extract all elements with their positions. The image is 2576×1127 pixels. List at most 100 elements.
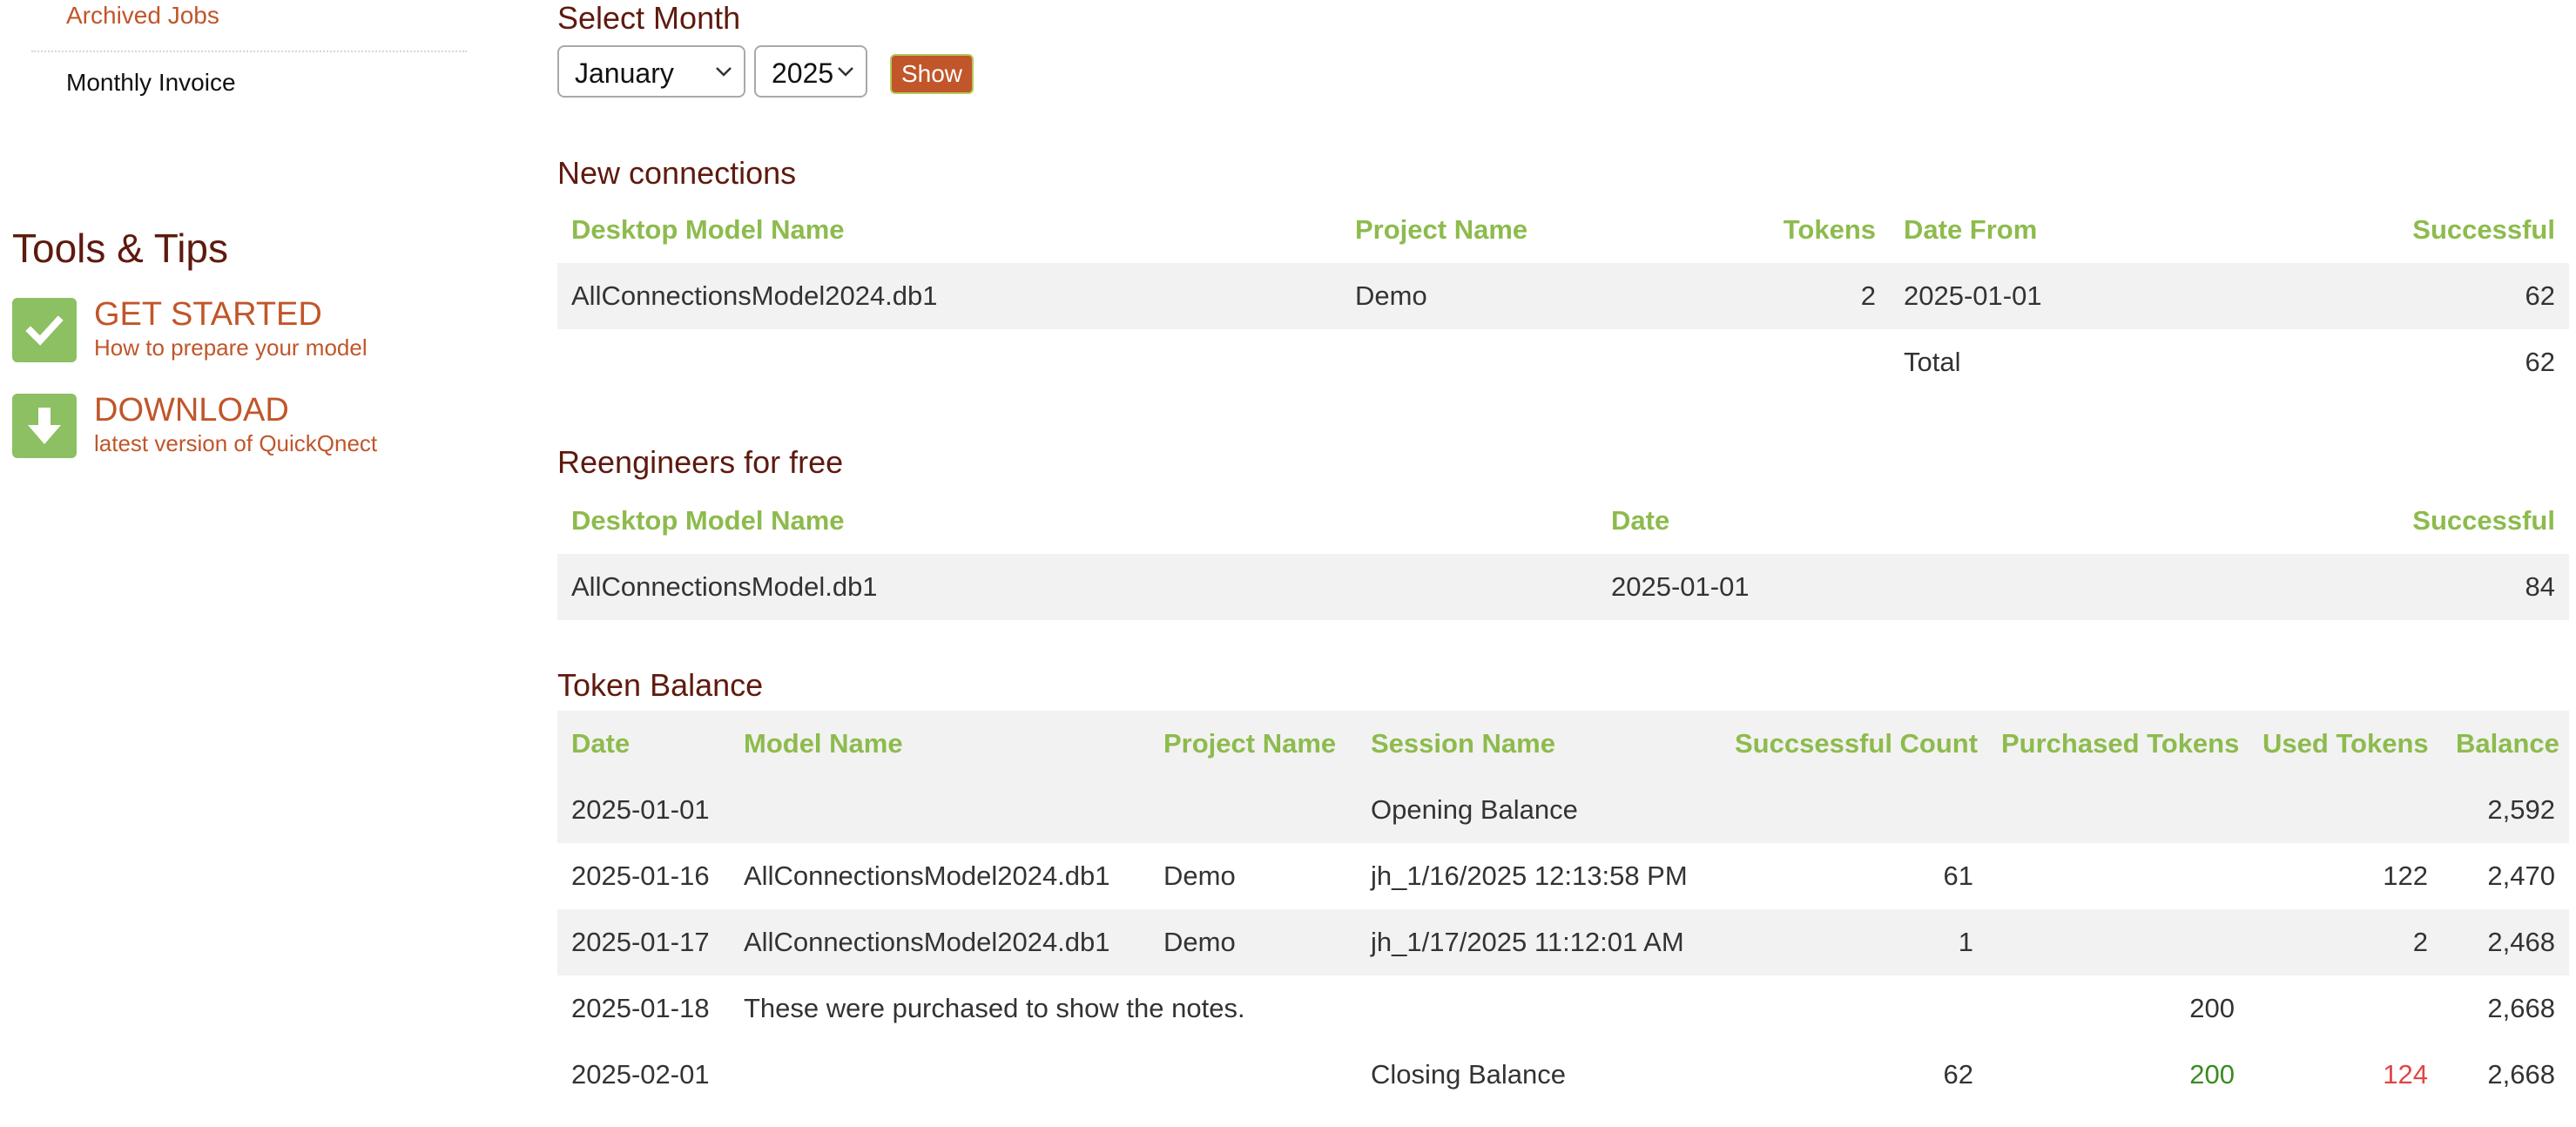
table-row: 2025-01-17 AllConnectionsModel2024.db1 D… <box>557 909 2569 975</box>
cell-model: AllConnectionsModel.db1 <box>571 571 878 602</box>
table-row: AllConnectionsModel.db1 2025-01-01 84 <box>557 554 2569 620</box>
cell-date: 2025-01-16 <box>571 860 710 891</box>
col-model-name: Model Name <box>730 711 1150 777</box>
col-purchased-tokens: Purchased Tokens <box>1987 711 2249 777</box>
cell-count: 62 <box>1943 1059 1973 1090</box>
cell-count <box>1721 777 1987 843</box>
sidebar-link-monthly-invoice[interactable]: Monthly Invoice <box>66 69 236 97</box>
empty-cell <box>730 1042 1150 1108</box>
empty-cell <box>1341 329 1716 395</box>
chevron-down-icon <box>838 67 853 77</box>
download-title: DOWNLOAD <box>94 392 289 429</box>
show-button[interactable]: Show <box>890 54 974 94</box>
cell-date: 2025-01-01 <box>571 794 710 825</box>
cell-date: 2025-01-01 <box>1611 571 1750 602</box>
select-month-heading: Select Month <box>557 0 741 36</box>
col-successful: Successful <box>2412 214 2555 245</box>
cell-session: jh_1/17/2025 11:12:01 AM <box>1371 927 1684 957</box>
col-project-name: Project Name <box>1150 711 1357 777</box>
table-header-row: Desktop Model Name Project Name Tokens D… <box>557 197 2569 263</box>
new-connections-table: Desktop Model Name Project Name Tokens D… <box>557 197 2569 395</box>
table-row: 2025-01-01 Opening Balance 2,592 <box>557 777 2569 843</box>
download-arrow-icon <box>12 394 77 458</box>
cell-used <box>2249 975 2442 1042</box>
get-started-subtitle: How to prepare your model <box>94 334 368 361</box>
cell-used: 2 <box>2412 927 2428 957</box>
download-tip[interactable]: DOWNLOAD latest version of QuickQnect <box>12 392 465 463</box>
cell-purchased <box>1987 843 2249 909</box>
cell-used-total: 124 <box>2383 1059 2428 1090</box>
table-header-row: Desktop Model Name Date Successful <box>557 488 2569 554</box>
cell-balance: 2,470 <box>2487 860 2555 891</box>
cell-used: 122 <box>2383 860 2428 891</box>
cell-project: Demo <box>1163 927 1236 957</box>
token-balance-heading: Token Balance <box>557 667 764 703</box>
cell-model <box>730 777 1150 843</box>
col-date-from: Date From <box>1904 214 2038 245</box>
cell-date-from: 2025-01-01 <box>1904 280 2042 311</box>
col-successful-count: Succsessful Count <box>1721 711 1987 777</box>
sidebar-link-archived-jobs[interactable]: Archived Jobs <box>66 2 219 30</box>
total-label: Total <box>1904 347 1961 377</box>
cell-purchased: 200 <box>2189 993 2235 1023</box>
col-desktop-model-name: Desktop Model Name <box>571 214 845 245</box>
month-select-value: January <box>575 57 674 89</box>
col-date: Date <box>1611 505 1670 536</box>
cell-model: AllConnectionsModel2024.db1 <box>744 927 1110 957</box>
col-tokens: Tokens <box>1783 214 1876 245</box>
cell-count: 61 <box>1943 860 1973 891</box>
cell-session: jh_1/16/2025 12:13:58 PM <box>1371 860 1688 891</box>
cell-date: 2025-01-17 <box>571 927 710 957</box>
reengineers-heading: Reengineers for free <box>557 444 844 480</box>
cell-session: Closing Balance <box>1371 1059 1567 1090</box>
col-session-name: Session Name <box>1357 711 1721 777</box>
cell-count: 1 <box>1958 927 1973 957</box>
table-row: 2025-01-18 These were purchased to show … <box>557 975 2569 1042</box>
empty-cell <box>1716 329 1890 395</box>
get-started-title: GET STARTED <box>94 296 322 333</box>
cell-model: AllConnectionsModel2024.db1 <box>744 860 1110 891</box>
cell-used <box>2249 777 2442 843</box>
cell-date: 2025-02-01 <box>571 1059 710 1090</box>
reengineers-table: Desktop Model Name Date Successful AllCo… <box>557 488 2569 620</box>
cell-balance: 2,668 <box>2487 1059 2555 1090</box>
table-row: AllConnectionsModel2024.db1 Demo 2 2025-… <box>557 263 2569 329</box>
empty-cell <box>557 329 1341 395</box>
get-started-tip[interactable]: GET STARTED How to prepare your model <box>12 296 465 368</box>
cell-project: Demo <box>1163 860 1236 891</box>
cell-purchased <box>1987 777 2249 843</box>
invoice-page: Archived Jobs Monthly Invoice Tools & Ti… <box>0 0 2576 1127</box>
cell-successful: 62 <box>2525 280 2555 311</box>
cell-model: AllConnectionsModel2024.db1 <box>571 280 938 311</box>
cell-successful: 84 <box>2525 571 2555 602</box>
cell-purchased-total: 200 <box>2189 1059 2235 1090</box>
closing-row: 2025-02-01 Closing Balance 62 200 124 2,… <box>557 1042 2569 1108</box>
month-select[interactable]: January <box>557 45 745 98</box>
table-row: 2025-01-16 AllConnectionsModel2024.db1 D… <box>557 843 2569 909</box>
col-used-tokens: Used Tokens <box>2249 711 2442 777</box>
total-row: Total 62 <box>557 329 2569 395</box>
cell-purchased <box>1987 909 2249 975</box>
sidebar: Archived Jobs Monthly Invoice Tools & Ti… <box>0 0 488 1127</box>
col-desktop-model-name: Desktop Model Name <box>571 505 845 536</box>
cell-project <box>1150 777 1357 843</box>
col-date: Date <box>557 711 730 777</box>
token-balance-table: Date Model Name Project Name Session Nam… <box>557 711 2569 1108</box>
col-successful: Successful <box>2412 505 2555 536</box>
cell-balance: 2,468 <box>2487 927 2555 957</box>
chevron-down-icon <box>716 67 732 77</box>
sidebar-divider <box>31 51 467 52</box>
empty-cell <box>1150 1042 1357 1108</box>
year-select[interactable]: 2025 <box>754 45 867 98</box>
total-value: 62 <box>2525 347 2555 377</box>
cell-tokens: 2 <box>1860 280 1876 311</box>
cell-session: Opening Balance <box>1371 794 1578 825</box>
year-select-value: 2025 <box>772 57 834 89</box>
cell-balance: 2,592 <box>2487 794 2555 825</box>
check-icon <box>12 298 77 362</box>
download-subtitle: latest version of QuickQnect <box>94 430 378 456</box>
col-project-name: Project Name <box>1355 214 1528 245</box>
new-connections-heading: New connections <box>557 155 797 191</box>
cell-date: 2025-01-18 <box>571 993 710 1023</box>
cell-balance: 2,668 <box>2487 993 2555 1023</box>
